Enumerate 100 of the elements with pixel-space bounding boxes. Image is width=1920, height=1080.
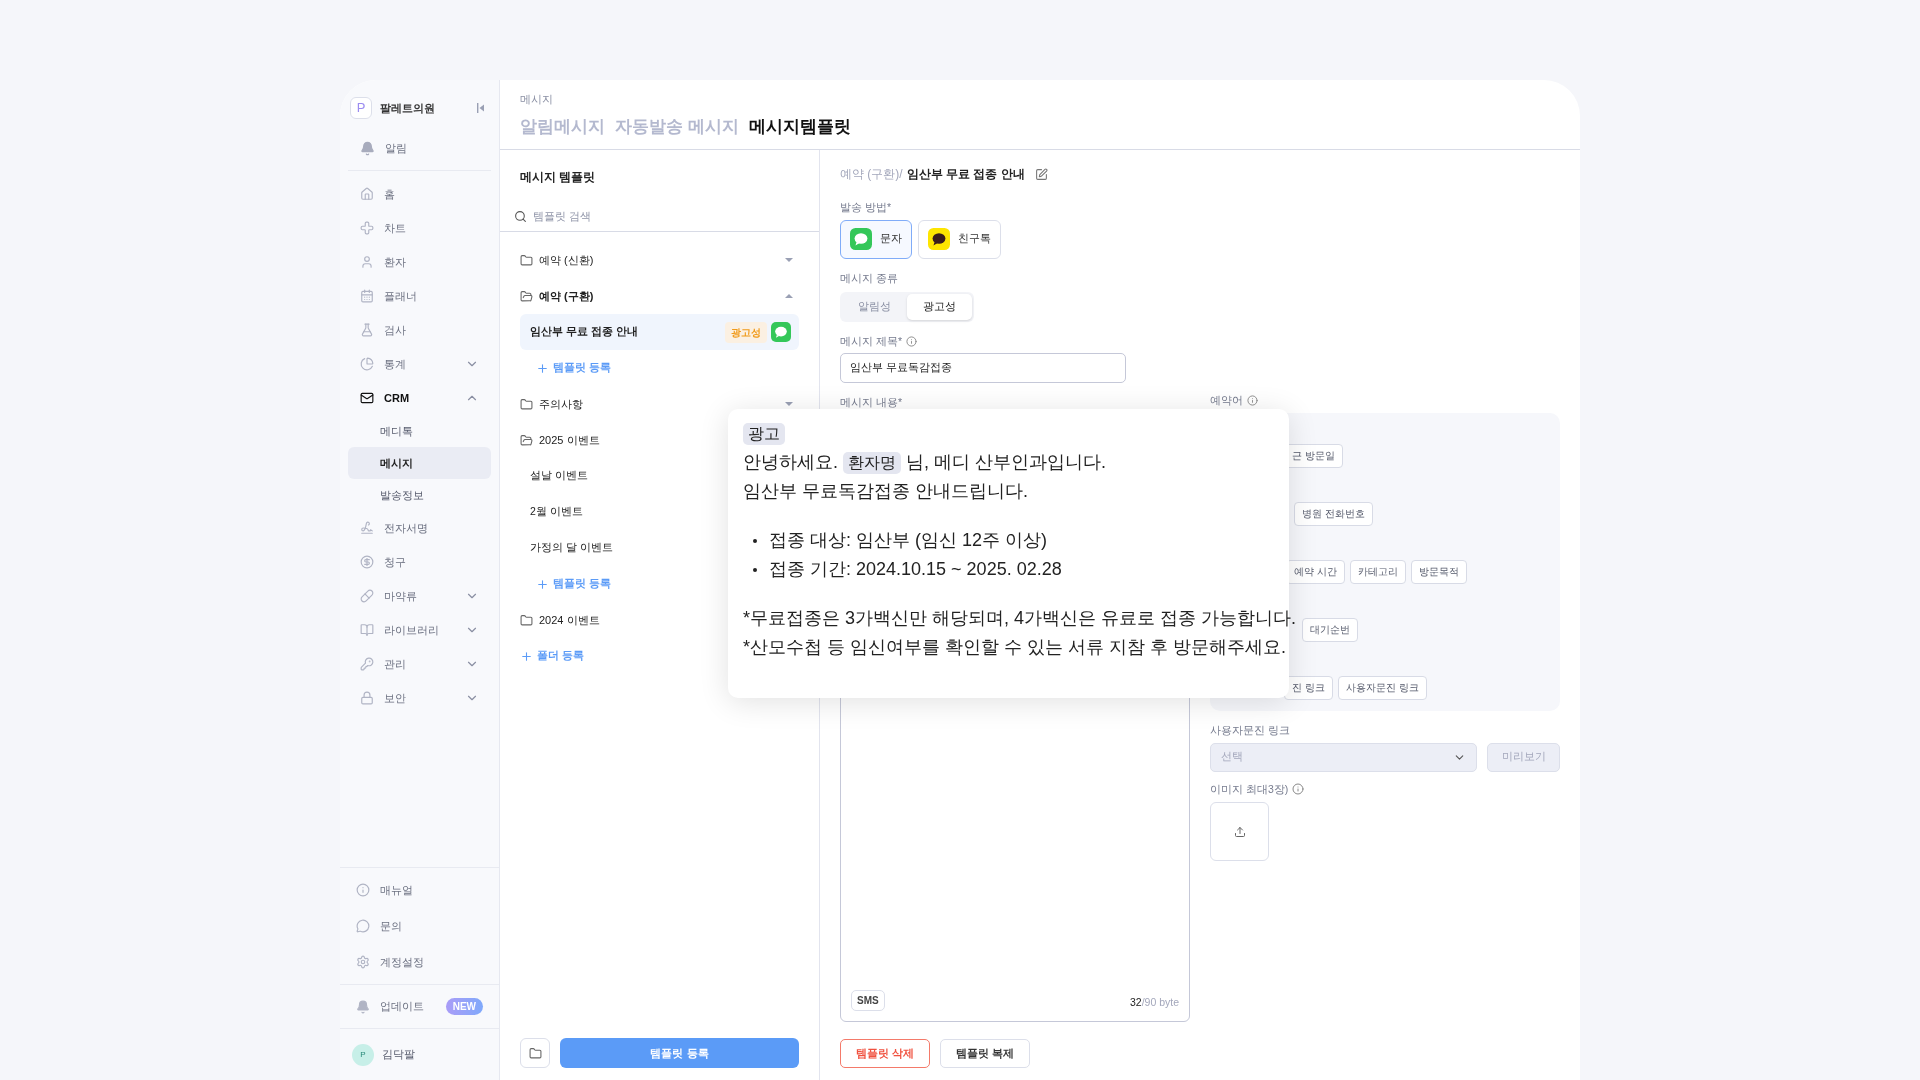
nav-item[interactable]: 관리 [348,647,491,681]
update-label[interactable]: 업데이트 [380,998,424,1015]
nav-item[interactable]: 통계 [348,347,491,381]
signature-icon [360,521,374,535]
field-label: 메시지 종류 [840,270,899,286]
bullet-icon [753,538,757,543]
info-icon [1292,783,1305,796]
variable-chip[interactable]: 카테고리 [1349,559,1406,584]
alert-item[interactable]: 알림 [356,134,483,162]
field-label: 메시지 내용* [840,395,903,411]
folder-icon [520,397,533,411]
person-icon [360,255,374,269]
user-name[interactable]: 김닥팔 [382,1046,415,1063]
variable-chip[interactable]: 대기순번 [1302,617,1358,642]
open-folder-icon [520,289,533,303]
panel-title: 메시지 템플릿 [519,169,597,186]
title-input[interactable]: 임산부 무료독감접종 [840,353,1126,384]
pie-chart-icon [360,357,374,371]
template-title: 임산부 무료 접종 안내 [906,166,1025,183]
pill-icon [360,589,374,603]
variable-chip[interactable]: 사용자문진 링크 [1337,675,1427,700]
message-app-icon [850,228,872,251]
page-tab[interactable]: 메시지템플릿 [748,113,851,140]
calendar-icon [360,289,374,303]
chat-icon [356,919,370,933]
edit-icon[interactable] [1034,167,1048,181]
info-icon [1247,395,1258,407]
user-avatar: P [352,1043,374,1066]
plus-icon [520,649,533,663]
chat-bubble-icon [928,228,950,251]
breadcrumb-path: 예약 (구환)/ [840,166,903,183]
settings-icon [356,955,370,969]
nav-item[interactable]: 보안 [348,681,491,715]
send-method-button[interactable]: 친구톡 [918,219,1001,259]
nav-item[interactable]: 청구 [348,545,491,579]
nav-subitem[interactable]: 메시지 [348,447,491,479]
ad-tag: 광고성 [725,321,767,343]
field-label: 예약어 [1210,393,1243,408]
variable-chip[interactable]: 예약 시간 [1286,559,1345,584]
search-field[interactable]: 템플릿 검색 [533,208,805,225]
bullet-icon [753,567,757,572]
nav-item[interactable]: 홈 [348,177,491,211]
folder-icon [528,1046,542,1060]
coin-icon [360,555,374,569]
nav-item[interactable]: 환자 [348,245,491,279]
home-icon [360,187,374,201]
book-icon [360,623,374,637]
byte-counter: 32/90 byte [1129,995,1179,1011]
clinic-logo: P [350,97,372,119]
folder-icon [520,613,533,627]
nav-item[interactable]: 차트 [348,211,491,245]
folder-icon [520,253,533,267]
nav-subitem[interactable]: 발송정보 [348,479,491,511]
preview-text: 안녕하세요. [743,451,838,474]
footer-item[interactable]: 계정설정 [348,944,491,980]
variable-chip[interactable]: 병원 전화번호 [1294,501,1373,526]
caret-down-icon [785,258,793,262]
field-label: 사용자문진 링크 [1210,722,1291,738]
search-icon [514,210,527,223]
nav-item[interactable]: 검사 [348,313,491,347]
send-method-button[interactable]: 문자 [840,219,912,259]
delete-template-button[interactable]: 템플릿 삭제 [840,1039,930,1068]
field-label: 메시지 제목* [840,333,902,349]
mail-icon [360,391,374,405]
flask-icon [360,323,374,337]
variable-chip: 환자명 [843,451,901,474]
lock-icon [360,691,374,705]
variable-chip[interactable]: 방문목적 [1410,559,1467,584]
variable-chip[interactable]: 진 링크 [1284,675,1333,700]
upload-icon [1233,825,1246,838]
page-breadcrumb: 메시지 [520,92,554,107]
caret-up-icon [785,294,793,298]
footer-item[interactable]: 매뉴얼 [348,872,491,908]
field-label: 발송 방법* [840,200,892,215]
nav-item[interactable]: 플래너 [348,279,491,313]
message-app-icon [771,322,791,342]
cross-icon [360,221,374,235]
info-icon [906,335,917,347]
nav-item[interactable]: 전자서명 [348,511,491,545]
folder-button[interactable] [520,1038,550,1068]
plus-icon [536,577,549,591]
clinic-name: 팔레트의원 [380,100,435,116]
ad-tag: 광고 [743,423,785,445]
nav-subitem[interactable]: 메디톡 [348,415,491,447]
collapse-icon[interactable] [477,103,485,113]
copy-template-button[interactable]: 템플릿 복제 [939,1039,1030,1068]
nav-item[interactable]: CRM [348,381,491,415]
nav-item[interactable]: 마약류 [348,579,491,613]
bell-icon [360,140,375,156]
message-type-tab[interactable]: 광고성 [907,293,972,320]
template-item[interactable]: 임산부 무료 접종 안내 광고성 [520,314,799,350]
open-folder-icon [520,433,533,447]
nav-item[interactable]: 라이브러리 [348,613,491,647]
folder-row[interactable]: 예약 (구환) [520,278,799,314]
footer-item[interactable]: 문의 [348,908,491,944]
key-icon [360,657,374,671]
bell-icon [356,999,370,1014]
new-badge: NEW [445,998,483,1015]
info-icon [356,883,370,897]
folder-row[interactable]: 예약 (신환) [520,242,799,278]
